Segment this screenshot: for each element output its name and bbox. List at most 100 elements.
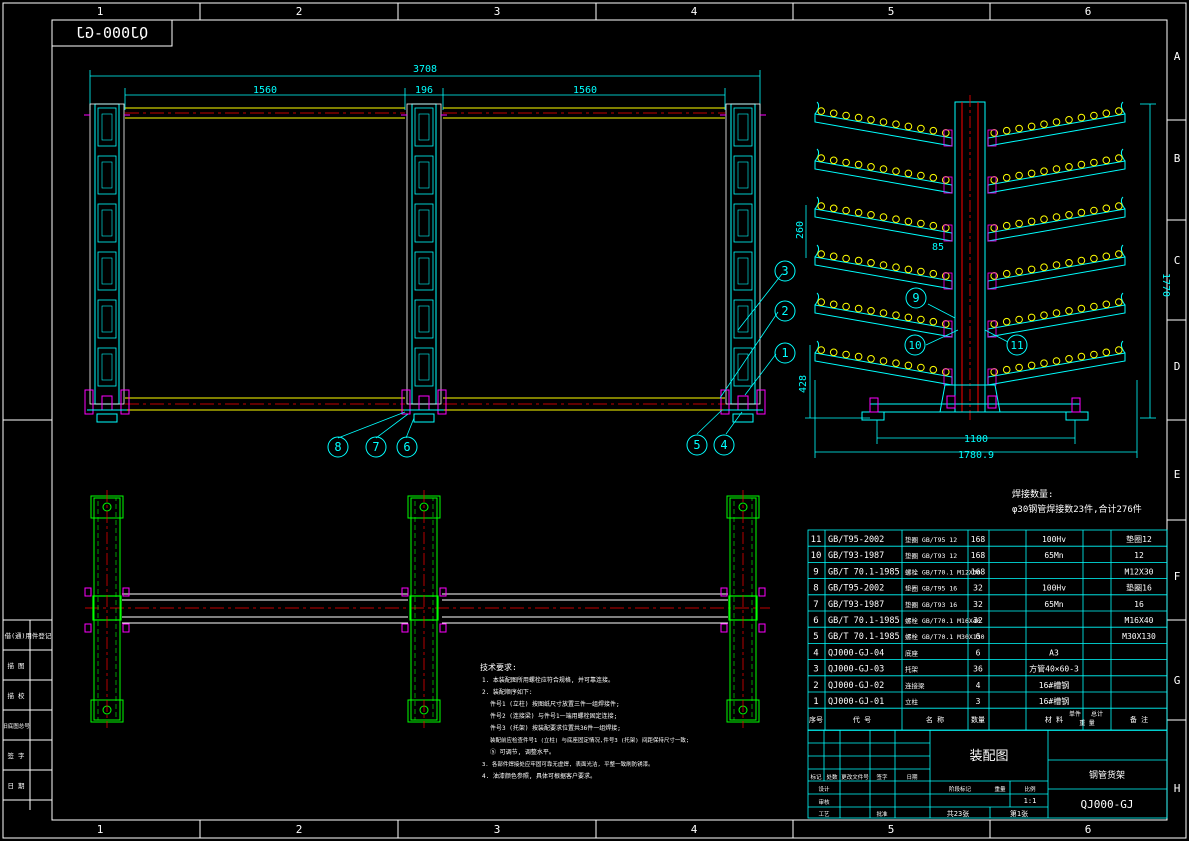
dim-total-front: 3708 [413,64,437,75]
zone-row-c: C [1174,254,1181,267]
strip-label: 签 字 [8,751,25,760]
zone-col-4-bottom: 4 [691,823,698,836]
strip-label: 借(通)用件登记 [5,631,52,640]
bom-header-cell: 备 注 [1130,715,1148,724]
tb-label: 比例 [1024,785,1036,793]
zone-col-2: 2 [296,5,303,18]
column-right [720,103,766,423]
bom-cell: 5 [813,632,818,642]
bom-header-cell: 序号 [809,715,823,724]
sheet-count: 共23张 [947,809,969,818]
bom-cell: 16 [1134,600,1144,609]
tb-label: 批准 [876,810,888,818]
bom-cell: 底座 [905,648,919,657]
balloon-5: 5 [693,438,700,452]
weld-note-line2: φ30钢管焊接数23件,合计276件 [1012,503,1142,515]
tech-notes: 技术要求: 1. 本装配图所用螺栓应符合规格, 并可靠连接。 2. 装配顺序如下… [480,662,689,780]
code-box-label: QJ000-GJ [76,24,148,42]
bom-cell: GB/T93-1987 [828,600,884,610]
column-left [84,103,130,423]
bom-cell: GB/T 70.1-1985 [828,567,900,577]
zone-row-h: H [1174,782,1181,795]
bom-cell: 托架 [905,665,919,674]
strip-label: 描 校 [8,691,25,700]
bom-header-cell: 代 号 [853,715,871,724]
bom-cell: 垫圈16 [1126,583,1152,593]
weld-note: 焊接数量: φ30钢管焊接数23件,合计276件 [1012,488,1142,515]
dim-span: 1100 [964,434,988,445]
zone-row-b: B [1174,152,1181,165]
bom-cell: 6 [813,616,818,626]
tb-label: 设计 [818,785,830,793]
zone-col-3: 3 [494,5,501,18]
bom-header-cell: 重 量 [1079,719,1095,727]
tech-note-line: 2. 装配顺序如下: [482,688,532,696]
zone-col-6: 6 [1085,5,1092,18]
bom-cell: GB/T95-2002 [828,535,884,545]
zone-row-d: D [1174,360,1181,373]
side-view: 1770 260 85 428 1100 1780.9 [795,95,1171,461]
bom-cell: 3 [813,665,818,675]
tech-note-line: 3. 各部件焊接处应牢固可靠无虚焊, 表面光洁, 平整一致刷防锈漆。 [482,760,654,768]
balloon-3: 3 [781,264,788,278]
bom-cell: 168 [971,567,986,576]
zone-labels: 1 2 3 4 5 6 1 2 3 4 5 6 A B C D E F G H [97,5,1181,836]
dim-mid-gap: 196 [415,85,433,96]
bom-cell: 16#槽钢 [1039,680,1069,690]
company-name: 钢管货架 [1089,769,1125,781]
bom-cell: 螺栓 GB/T70.1 M16X40 [905,616,981,625]
bom-cell: GB/T 70.1-1985 [828,632,900,642]
bom-cell: 11 [811,535,822,545]
bom-cell: 16#槽钢 [1039,696,1069,706]
column-middle [401,103,447,423]
tech-note-line: 件号1 (立柱) 按图纸尺寸放置三件一组焊接件; [490,700,620,708]
tech-note-line: 1. 本装配图所用螺栓应符合规格, 并可靠连接。 [482,676,614,684]
dim-angle: 85 [932,242,944,253]
bom-cell: 32 [973,584,983,593]
balloon-11: 11 [1010,339,1023,352]
tb-label: 审核 [818,798,830,806]
bom-cell: M30X130 [1122,632,1156,641]
zone-row-e: E [1174,468,1181,481]
tech-notes-title: 技术要求: [480,662,517,672]
top-view [84,490,770,728]
zone-row-a: A [1174,50,1181,63]
weld-note-line1: 焊接数量: [1012,488,1053,500]
bom-cell: 168 [971,551,986,560]
bom-cell: 螺栓 GB/T70.1 M30X130 [905,632,985,641]
balloon-7: 7 [372,440,379,454]
bom-header-cell: 名 称 [926,715,944,724]
dim-base-height: 428 [798,375,809,393]
dim-right-bay: 1560 [573,85,597,96]
zone-col-3-bottom: 3 [494,823,501,836]
zone-col-5: 5 [888,5,895,18]
bom-cell: 32 [973,600,983,609]
zone-col-6-bottom: 6 [1085,823,1092,836]
bom-cell: 螺栓 GB/T70.1 M12X30 [905,567,981,576]
bom-header-cell: 单件 [1069,710,1081,718]
bom-cell: 4 [976,681,981,690]
balloon-numbers: 1 2 3 4 5 6 7 8 9 10 11 [334,264,1023,454]
tb-label: 处数 [826,773,838,781]
bom-cell: 4 [813,648,818,658]
tech-note-line: 4. 油漆颜色参照, 具体可根据客户要求。 [482,772,596,780]
tb-label: 更改文件号 [841,773,869,781]
bom-cell: 65Mn [1044,551,1063,560]
title-block: 装配图 钢管货架 QJ000-GJ 1:1 共23张 第1张 标记 处数 更改文… [807,729,1168,819]
tb-label: 标记 [810,773,822,781]
code-box: QJ000-GJ [51,19,173,47]
tech-note-line: ⑤ 可调节, 调整水平。 [490,748,555,756]
zone-col-4: 4 [691,5,698,18]
balloon-2: 2 [781,304,788,318]
scale-value: 1:1 [1024,797,1037,805]
tb-label: 重量 [994,785,1006,793]
bom-cell: 2 [813,681,818,691]
dim-left-bay: 1560 [253,85,277,96]
bom-cell: 10 [811,551,822,561]
dim-pitch: 260 [795,221,806,239]
bom-cell: 9 [813,567,818,577]
bom-header-cell: 总计 [1091,710,1103,718]
bom-cell: 3 [976,697,981,706]
bom-cell: 6 [976,648,981,657]
front-view: 3708 1560 196 1560 [84,64,783,439]
